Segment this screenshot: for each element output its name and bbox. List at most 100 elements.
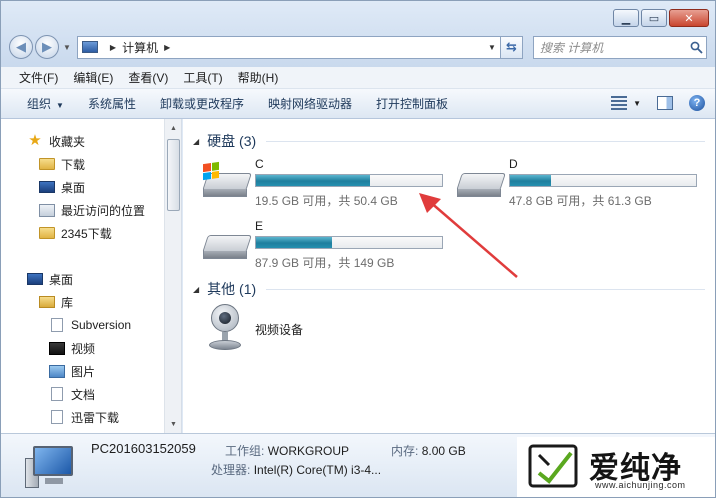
hard-drive-icon [202, 225, 253, 261]
open-control-panel-button[interactable]: 打开控制面板 [376, 95, 448, 112]
webcam-icon[interactable] [207, 304, 243, 354]
refresh-icon: ⇆ [505, 39, 517, 54]
breadcrumb-separator-icon[interactable]: ▶ [110, 43, 116, 52]
recent-pages-dropdown[interactable]: ▼ [63, 43, 71, 52]
close-button[interactable]: ✕ [669, 9, 709, 27]
drive-c[interactable]: C 19.5 GB 可用，共 50.4 GB [202, 157, 443, 209]
drive-name: C [255, 157, 264, 171]
search-icon[interactable] [686, 41, 706, 54]
minimize-button[interactable]: ▁ [613, 9, 639, 27]
title-bar: ▁ ▭ ✕ ◀ ▶ ▼ ▶ 计算机 ▶ ▼ ⇆ 搜索 计算机 [1, 1, 715, 67]
group-title: 硬盘 (3) [207, 133, 257, 149]
sidebar-item-desktop-fav[interactable]: 桌面 [39, 177, 85, 197]
workgroup-label: 工作组: [225, 444, 265, 458]
map-network-drive-button[interactable]: 映射网络驱动器 [268, 95, 352, 112]
window-controls: ▁ ▭ ✕ [613, 9, 709, 27]
sidebar-item-label: 文档 [71, 387, 96, 402]
group-divider [266, 140, 705, 142]
menu-file[interactable]: 文件(F) [19, 69, 58, 86]
navigation-pane: ★ 收藏夹 下载 桌面 最近访问的位置 2345下载 桌面 库 Subversi… [1, 119, 182, 433]
sidebar-item-label: 库 [61, 295, 74, 310]
sidebar-item-subversion[interactable]: Subversion [49, 315, 131, 335]
dropdown-arrow-icon: ▼ [633, 98, 641, 108]
sidebar-item-recent-places[interactable]: 最近访问的位置 [39, 200, 145, 220]
video-device-label[interactable]: 视频设备 [255, 321, 303, 338]
sidebar-item-label: 图片 [71, 364, 96, 379]
computer-monitor-icon [25, 444, 77, 492]
group-title: 其他 (1) [207, 281, 257, 297]
sidebar-item-label: Subversion [71, 318, 132, 332]
drive-name: D [509, 157, 518, 171]
workgroup-value: WORKGROUP [267, 444, 350, 458]
sidebar-item-label: 迅雷下载 [71, 410, 120, 425]
menu-view[interactable]: 查看(V) [128, 69, 168, 86]
sidebar-item-thunder-downloads[interactable]: 迅雷下载 [49, 407, 119, 427]
breadcrumb-computer[interactable]: 计算机 [122, 39, 158, 56]
collapse-triangle-icon[interactable]: ◢ [193, 137, 199, 146]
documents-icon [51, 387, 63, 401]
change-view-button[interactable]: ▼ [611, 96, 641, 110]
scrollbar-thumb[interactable] [167, 139, 180, 211]
video-icon [49, 341, 65, 355]
group-header-other[interactable]: ◢ 其他 (1) [193, 279, 705, 299]
scroll-down-arrow-icon[interactable]: ▼ [165, 417, 181, 431]
forward-arrow-icon: ▶ [42, 39, 52, 54]
drive-e[interactable]: E 87.9 GB 可用，共 149 GB [202, 219, 443, 271]
brand-logo-icon [528, 444, 578, 488]
sidebar-item-label: 2345下载 [61, 226, 112, 241]
menu-edit[interactable]: 编辑(E) [73, 69, 113, 86]
search-input[interactable]: 搜索 计算机 [532, 35, 707, 59]
processor-row: 处理器: Intel(R) Core(TM) i3-4... [211, 461, 381, 478]
sidebar-item-downloads[interactable]: 下载 [39, 154, 85, 174]
back-arrow-icon: ◀ [16, 39, 26, 54]
system-properties-button[interactable]: 系统属性 [88, 95, 136, 112]
address-bar[interactable]: ▶ 计算机 ▶ ▼ [76, 35, 501, 59]
memory-row: 内存: 8.00 GB [391, 442, 466, 459]
sidebar-scrollbar[interactable]: ▲ ▼ [164, 119, 181, 433]
drive-usage-fill [510, 175, 551, 186]
windows-logo-icon [203, 161, 219, 181]
star-icon: ★ [28, 132, 42, 149]
sidebar-item-label: 视频 [71, 341, 96, 356]
system-drive-icon [202, 161, 253, 199]
search-placeholder: 搜索 计算机 [539, 40, 604, 55]
sidebar-item-2345-downloads[interactable]: 2345下载 [39, 223, 112, 243]
sidebar-item-desktop[interactable]: 桌面 [27, 269, 73, 289]
sidebar-item-videos[interactable]: 视频 [49, 338, 95, 358]
uninstall-program-button[interactable]: 卸载或更改程序 [160, 95, 244, 112]
address-history-dropdown[interactable]: ▼ [484, 43, 500, 52]
menu-help[interactable]: 帮助(H) [238, 69, 279, 86]
preview-pane-icon[interactable] [657, 96, 673, 110]
back-button[interactable]: ◀ [9, 35, 33, 59]
forward-button[interactable]: ▶ [35, 35, 59, 59]
sidebar-item-favorites[interactable]: ★ 收藏夹 [27, 131, 85, 151]
collapse-triangle-icon[interactable]: ◢ [193, 285, 199, 294]
computer-name: PC201603152059 [91, 441, 196, 456]
subversion-icon [51, 318, 63, 332]
organize-label: 组织 [27, 97, 52, 111]
download-folder-icon [51, 410, 63, 424]
drive-space-info: 87.9 GB 可用，共 149 GB [255, 256, 395, 270]
drive-usage-bar [255, 174, 443, 187]
group-divider [266, 288, 705, 290]
breadcrumb-separator-icon[interactable]: ▶ [164, 43, 170, 52]
content-pane: ◢ 硬盘 (3) C 19.5 GB 可用，共 50.4 GB D 47.8 G… [183, 119, 715, 433]
refresh-button[interactable]: ⇆ [500, 35, 523, 59]
sidebar-item-libraries[interactable]: 库 [39, 292, 73, 312]
group-header-hard-disks[interactable]: ◢ 硬盘 (3) [193, 131, 705, 151]
sidebar-item-label: 最近访问的位置 [61, 203, 146, 218]
menu-tools[interactable]: 工具(T) [183, 69, 222, 86]
drive-name: E [255, 219, 264, 233]
sidebar-item-pictures[interactable]: 图片 [49, 361, 95, 381]
help-icon[interactable]: ? [689, 95, 705, 111]
view-controls: ▼ ? [611, 95, 705, 111]
organize-button[interactable]: 组织 ▼ [27, 95, 64, 112]
sidebar-item-documents[interactable]: 文档 [49, 384, 95, 404]
watermark: 爱纯净 www.aichunjing.com [517, 437, 715, 497]
workgroup-row: 工作组: WORKGROUP [225, 442, 349, 459]
scroll-up-arrow-icon[interactable]: ▲ [165, 121, 181, 135]
library-icon [39, 296, 55, 308]
maximize-button[interactable]: ▭ [641, 9, 667, 27]
explorer-window: ▁ ▭ ✕ ◀ ▶ ▼ ▶ 计算机 ▶ ▼ ⇆ 搜索 计算机 文件(F) 编辑(… [0, 0, 716, 498]
recent-places-icon [39, 203, 55, 217]
